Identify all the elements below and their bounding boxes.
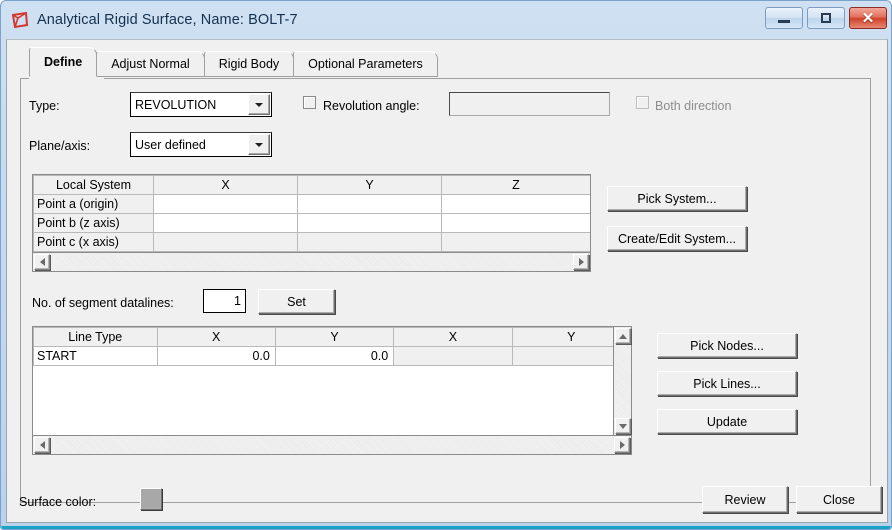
row-label-point-b: Point b (z axis) <box>33 213 154 233</box>
minimize-button[interactable] <box>765 7 803 29</box>
col-line-type: Line Type <box>33 327 158 347</box>
line-table-hscrollbar[interactable] <box>32 436 632 455</box>
tab-optional-parameters[interactable]: Optional Parameters <box>293 51 438 77</box>
chevron-down-icon[interactable] <box>248 134 270 155</box>
line-table[interactable]: Line Type X Y X Y START 0.0 0.0 <box>32 326 632 436</box>
revolution-angle-input[interactable] <box>449 92 610 116</box>
col-y1: Y <box>274 327 395 347</box>
segment-datalines-label: No. of segment datalines: <box>32 296 174 310</box>
set-button[interactable]: Set <box>258 289 335 314</box>
table-header-row: Line Type X Y X Y <box>33 327 631 347</box>
row-label-point-c: Point c (x axis) <box>33 232 154 252</box>
cell-point-c-z[interactable] <box>441 232 590 252</box>
scroll-down-button[interactable] <box>614 418 631 434</box>
col-x2: X <box>393 327 513 347</box>
dialog-client-area: Define Adjust Normal Rigid Body Optional… <box>6 39 888 523</box>
tab-strip: Define Adjust Normal Rigid Body Optional… <box>29 47 438 77</box>
revolution-angle-label: Revolution angle: <box>323 99 420 113</box>
tab-adjust-normal[interactable]: Adjust Normal <box>96 51 205 77</box>
maximize-icon <box>821 13 831 23</box>
surface-color-swatch[interactable] <box>140 488 162 510</box>
cell-y1[interactable]: 0.0 <box>274 346 395 366</box>
cell-point-b-x[interactable] <box>153 213 298 233</box>
local-system-hscrollbar[interactable] <box>32 253 591 272</box>
col-z: Z <box>441 175 590 195</box>
type-combo[interactable]: REVOLUTION <box>130 92 272 117</box>
scroll-right-button[interactable] <box>614 437 630 453</box>
dialog-window: Analytical Rigid Surface, Name: BOLT-7 ✕… <box>0 0 892 530</box>
line-grid: Line Type X Y X Y START 0.0 0.0 <box>33 327 631 366</box>
type-label: Type: <box>29 99 60 113</box>
title-bar: Analytical Rigid Surface, Name: BOLT-7 ✕ <box>1 1 892 39</box>
cell-point-c-y[interactable] <box>297 232 442 252</box>
window-title: Analytical Rigid Surface, Name: BOLT-7 <box>37 12 298 28</box>
tab-optional-parameters-label: Optional Parameters <box>308 57 423 71</box>
local-system-grid: Local System X Y Z Point a (origin) Poin… <box>33 175 590 252</box>
tab-rigid-body-label: Rigid Body <box>218 57 280 71</box>
col-local-system: Local System <box>33 175 154 195</box>
table-row[interactable]: START 0.0 0.0 <box>33 346 631 366</box>
table-header-row: Local System X Y Z <box>33 175 590 195</box>
table-row[interactable]: Point a (origin) <box>33 194 590 214</box>
close-dialog-button[interactable]: Close <box>796 486 882 513</box>
row-label-point-a: Point a (origin) <box>33 194 154 214</box>
pick-system-button[interactable]: Pick System... <box>607 186 747 211</box>
close-button[interactable]: ✕ <box>849 7 887 29</box>
plane-axis-combo[interactable]: User defined <box>130 132 272 157</box>
active-tab-mask <box>29 77 104 80</box>
cell-point-a-y[interactable] <box>297 194 442 214</box>
cell-line-type[interactable]: START <box>33 346 158 366</box>
plane-axis-combo-value: User defined <box>135 137 206 152</box>
plane-axis-label: Plane/axis: <box>29 139 91 153</box>
col-x1: X <box>156 327 276 347</box>
close-icon: ✕ <box>861 9 875 27</box>
maximize-button[interactable] <box>807 7 845 29</box>
tab-panel-top-line <box>20 78 871 79</box>
scroll-left-button[interactable] <box>34 437 50 453</box>
window-controls: ✕ <box>765 7 887 29</box>
tab-define-label: Define <box>44 55 83 69</box>
type-combo-value: REVOLUTION <box>135 97 217 112</box>
cell-point-a-z[interactable] <box>441 194 590 214</box>
local-system-table[interactable]: Local System X Y Z Point a (origin) Poin… <box>32 174 591 253</box>
create-edit-system-button[interactable]: Create/Edit System... <box>607 226 747 251</box>
cell-point-b-z[interactable] <box>441 213 590 233</box>
line-table-vscrollbar[interactable] <box>613 327 631 435</box>
col-y: Y <box>297 175 442 195</box>
cell-point-b-y[interactable] <box>297 213 442 233</box>
pick-lines-button[interactable]: Pick Lines... <box>657 371 797 396</box>
surface-color-label: Surface color: <box>19 495 97 509</box>
pick-nodes-button[interactable]: Pick Nodes... <box>657 333 797 358</box>
revolution-angle-checkbox[interactable] <box>303 96 316 109</box>
cell-point-a-x[interactable] <box>153 194 298 214</box>
both-direction-label: Both direction <box>655 99 732 113</box>
segment-datalines-input[interactable]: 1 <box>203 289 246 313</box>
tab-adjust-normal-label: Adjust Normal <box>111 57 190 71</box>
chevron-down-icon[interactable] <box>248 94 270 115</box>
rigid-surface-icon <box>11 11 29 29</box>
minimize-icon <box>778 20 790 23</box>
scroll-left-button[interactable] <box>34 254 50 270</box>
table-row[interactable]: Point b (z axis) <box>33 213 590 233</box>
col-x: X <box>153 175 298 195</box>
both-direction-checkbox[interactable] <box>636 96 649 109</box>
cell-x2[interactable] <box>393 346 513 366</box>
update-button[interactable]: Update <box>657 409 797 434</box>
scroll-up-button[interactable] <box>614 328 631 344</box>
scroll-right-button[interactable] <box>573 254 589 270</box>
tab-define[interactable]: Define <box>29 47 98 77</box>
review-button[interactable]: Review <box>702 486 788 513</box>
table-row[interactable]: Point c (x axis) <box>33 232 590 252</box>
cell-x1[interactable]: 0.0 <box>156 346 276 366</box>
tab-rigid-body[interactable]: Rigid Body <box>203 51 295 77</box>
cell-point-c-x[interactable] <box>153 232 298 252</box>
